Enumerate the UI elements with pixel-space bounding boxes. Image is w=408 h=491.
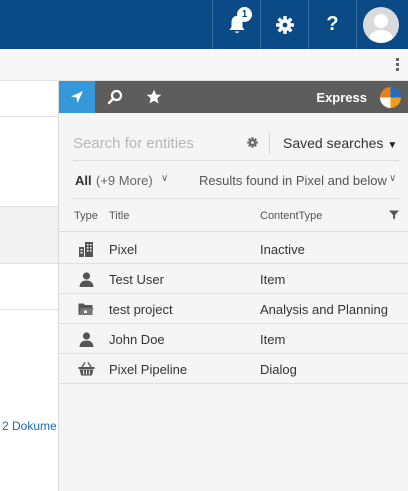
table-row[interactable]: John Doe Item	[59, 324, 408, 354]
search-row: Saved searches▼	[59, 126, 408, 160]
row-content-type: Item	[260, 272, 286, 287]
search-settings-gear-icon[interactable]	[247, 137, 258, 148]
row-title: Pixel	[109, 242, 138, 257]
column-header-contenttype[interactable]: ContentType	[260, 210, 322, 222]
user-icon	[77, 270, 95, 288]
panel-tab-bar: Express	[59, 81, 408, 113]
row-content-type: Inactive	[260, 242, 305, 257]
table-row[interactable]: Pixel Pipeline Dialog	[59, 354, 408, 384]
chevron-down-icon[interactable]: ∨	[161, 173, 168, 184]
divider	[269, 132, 270, 154]
row-content-type: Item	[260, 332, 286, 347]
divider	[73, 198, 399, 199]
documents-link[interactable]: 2 Dokume	[2, 419, 58, 433]
search-icon	[107, 89, 123, 105]
building-icon	[77, 240, 95, 258]
notifications-button[interactable]: 1	[212, 0, 260, 49]
user-menu-button[interactable]	[356, 0, 404, 49]
top-header: 1 ?	[0, 0, 408, 49]
scope-filter[interactable]: Results found in Pixel and below	[199, 173, 387, 188]
background-page: 2 Dokume	[0, 81, 58, 491]
avatar	[362, 6, 399, 43]
brand-logo-icon	[380, 87, 401, 108]
brand-label: Express	[316, 90, 367, 105]
user-avatar-icon	[367, 13, 394, 43]
divider	[73, 160, 399, 161]
user-icon	[77, 330, 95, 348]
saved-searches-label: Saved searches	[283, 135, 384, 151]
search-input[interactable]	[73, 132, 223, 154]
chevron-down-icon[interactable]: ∨	[389, 173, 396, 184]
row-content-type: Analysis and Planning	[260, 302, 388, 317]
folder-icon	[77, 300, 95, 318]
row-title: Test User	[109, 272, 164, 287]
star-icon	[146, 89, 162, 104]
results-list: Pixel Inactive Test User Item test proje…	[59, 234, 408, 384]
divider	[0, 116, 58, 117]
tab-search[interactable]	[97, 81, 133, 113]
table-row[interactable]: test project Analysis and Planning	[59, 294, 408, 324]
search-panel: Express Saved searches▼ All (+9	[58, 81, 408, 491]
tab-favorites[interactable]	[136, 81, 172, 113]
row-title: test project	[109, 302, 173, 317]
table-row[interactable]: Test User Item	[59, 264, 408, 294]
row-title: John Doe	[109, 332, 165, 347]
saved-searches-dropdown[interactable]: Saved searches ▼	[283, 135, 397, 151]
column-header-title[interactable]: Title	[109, 210, 129, 222]
filter-row: All (+9 More) ∨ Results found in Pixel a…	[59, 170, 408, 192]
content-filter-all[interactable]: All	[75, 173, 92, 188]
help-icon: ?	[326, 13, 339, 35]
divider	[0, 309, 58, 310]
toolbar	[0, 49, 408, 81]
tab-navigate[interactable]	[59, 81, 95, 113]
caret-down-icon: ▼	[387, 140, 398, 151]
gear-icon	[275, 15, 294, 34]
row-content-type: Dialog	[260, 362, 297, 377]
filter-icon[interactable]	[389, 210, 399, 220]
results-table-header: Type Title ContentType	[59, 206, 408, 232]
navigation-arrow-icon	[71, 91, 83, 103]
more-options-icon[interactable]	[396, 58, 399, 73]
table-row[interactable]: Pixel Inactive	[59, 234, 408, 264]
column-header-type[interactable]: Type	[74, 210, 98, 222]
notification-badge: 1	[237, 7, 252, 22]
settings-button[interactable]	[260, 0, 308, 49]
help-button[interactable]: ?	[308, 0, 356, 49]
basket-icon	[77, 360, 95, 378]
background-row	[0, 206, 58, 264]
row-title: Pixel Pipeline	[109, 362, 188, 377]
content-filter-more[interactable]: (+9 More)	[96, 173, 153, 188]
